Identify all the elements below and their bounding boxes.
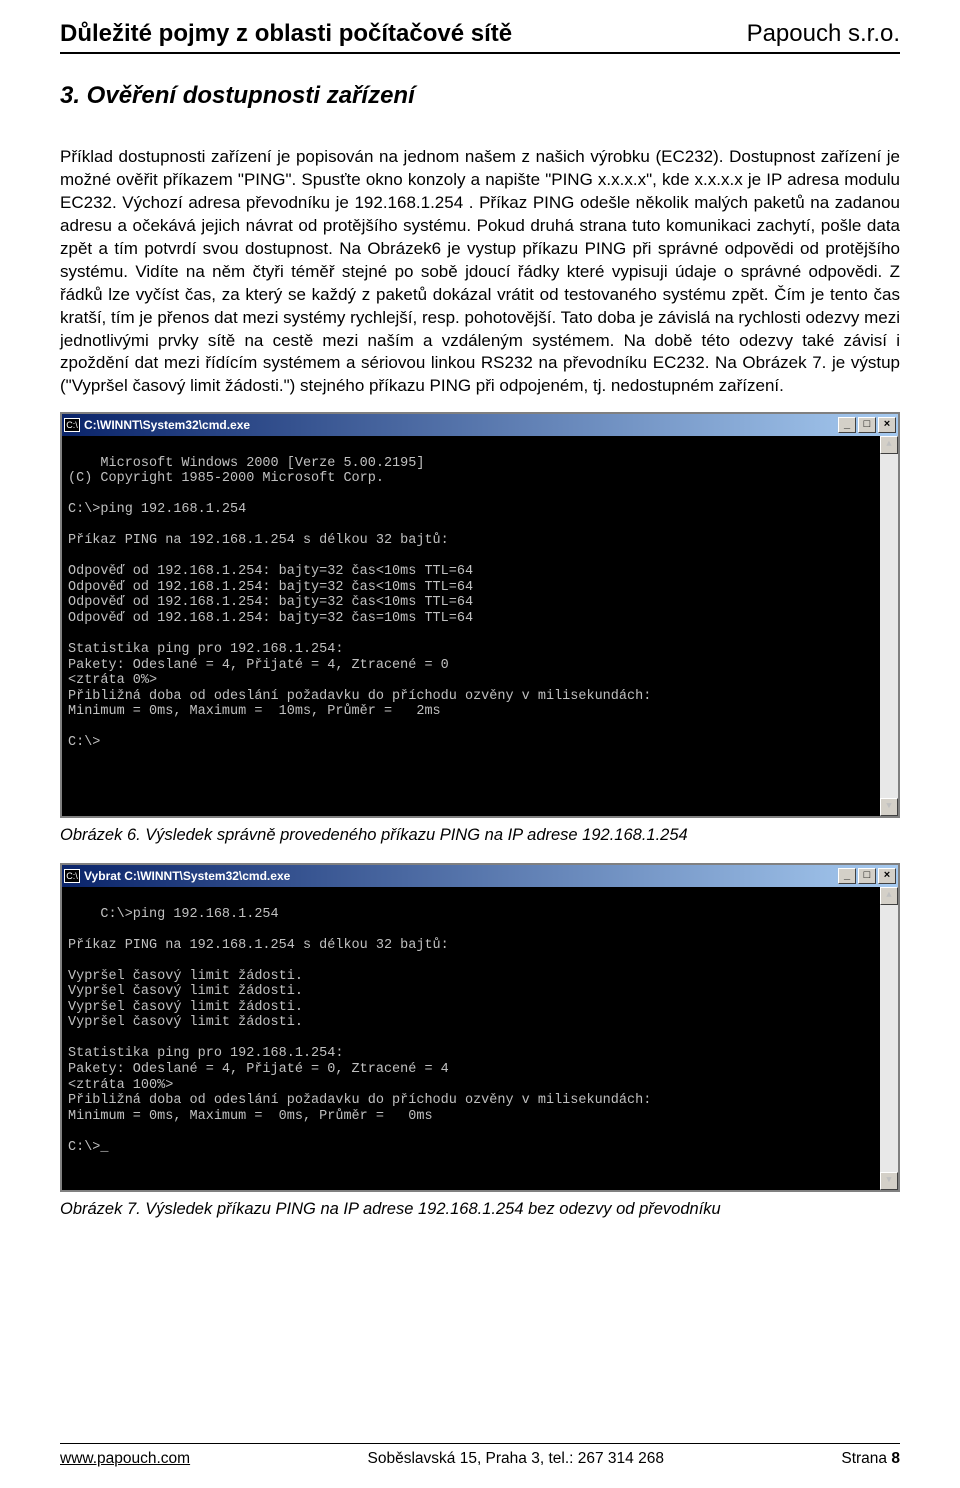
scroll-track[interactable]: [880, 905, 898, 1172]
cmd-icon: C:\: [64, 869, 80, 883]
minimize-button[interactable]: _: [838, 417, 856, 433]
close-button[interactable]: ×: [878, 868, 896, 884]
close-button[interactable]: ×: [878, 417, 896, 433]
scroll-down-icon[interactable]: ▼: [880, 1172, 898, 1190]
cmd-text-2: C:\>ping 192.168.1.254 Příkaz PING na 19…: [68, 907, 651, 1155]
scroll-up-icon[interactable]: ▲: [880, 887, 898, 905]
page-label: Strana: [841, 1450, 891, 1467]
cmd-icon: C:\: [64, 418, 80, 432]
titlebar-2: C:\ Vybrat C:\WINNT\System32\cmd.exe _ □…: [62, 865, 898, 887]
scrollbar[interactable]: ▲ ▼: [880, 436, 898, 816]
footer-link[interactable]: www.papouch.com: [60, 1450, 190, 1468]
cmd-output-2: C:\>ping 192.168.1.254 Příkaz PING na 19…: [62, 887, 898, 1190]
header-left: Důležité pojmy z oblasti počítačové sítě: [60, 20, 512, 48]
scroll-track[interactable]: [880, 454, 898, 798]
caption-1: Obrázek 6. Výsledek správně provedeného …: [60, 826, 900, 845]
body-paragraph: Příklad dostupnosti zařízení je popisová…: [60, 146, 900, 398]
header-right: Papouch s.r.o.: [747, 20, 900, 48]
footer-center: Soběslavská 15, Praha 3, tel.: 267 314 2…: [368, 1450, 664, 1468]
page-number: 8: [891, 1450, 900, 1467]
maximize-button[interactable]: □: [858, 417, 876, 433]
minimize-button[interactable]: _: [838, 868, 856, 884]
scrollbar[interactable]: ▲ ▼: [880, 887, 898, 1190]
maximize-button[interactable]: □: [858, 868, 876, 884]
section-title: 3. Ověření dostupnosti zařízení: [60, 82, 900, 110]
caption-2: Obrázek 7. Výsledek příkazu PING na IP a…: [60, 1200, 900, 1219]
header-divider: [60, 52, 900, 54]
scroll-down-icon[interactable]: ▼: [880, 798, 898, 816]
titlebar-text-2: Vybrat C:\WINNT\System32\cmd.exe: [84, 869, 834, 883]
cmd-window-2: C:\ Vybrat C:\WINNT\System32\cmd.exe _ □…: [60, 863, 900, 1192]
cmd-text-1: Microsoft Windows 2000 [Verze 5.00.2195]…: [68, 456, 651, 750]
scroll-up-icon[interactable]: ▲: [880, 436, 898, 454]
footer-right: Strana 8: [841, 1450, 900, 1468]
footer-divider: [60, 1443, 900, 1444]
cmd-window-1: C:\ C:\WINNT\System32\cmd.exe _ □ × Micr…: [60, 412, 900, 818]
cmd-output-1: Microsoft Windows 2000 [Verze 5.00.2195]…: [62, 436, 898, 816]
titlebar-text-1: C:\WINNT\System32\cmd.exe: [84, 418, 834, 432]
footer: www.papouch.com Soběslavská 15, Praha 3,…: [60, 1443, 900, 1468]
titlebar-1: C:\ C:\WINNT\System32\cmd.exe _ □ ×: [62, 414, 898, 436]
